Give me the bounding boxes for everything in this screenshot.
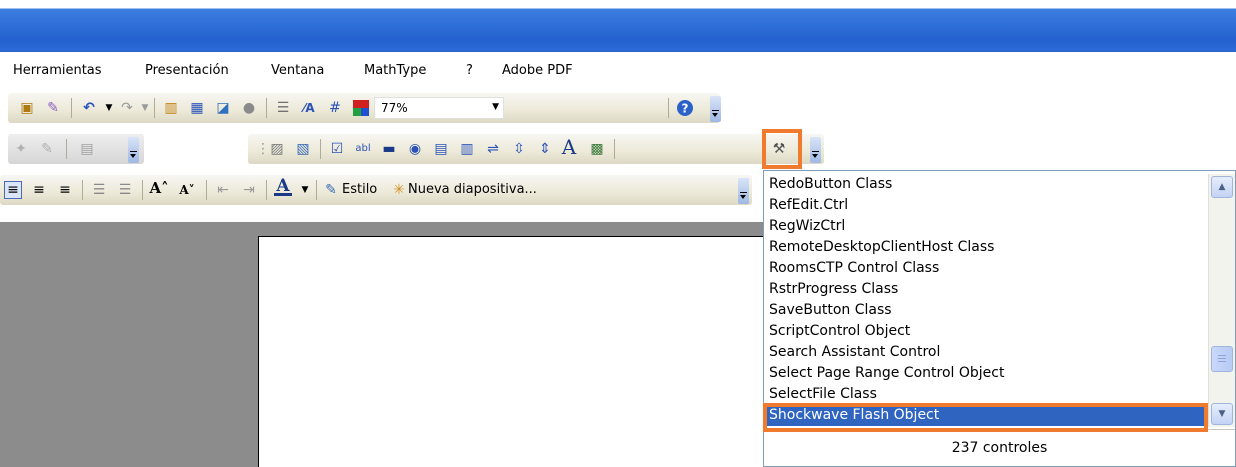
- menu-bar: Herramientas Presentación Ventana MathTy…: [0, 52, 1236, 90]
- insert-table-icon[interactable]: ▦: [188, 99, 206, 117]
- font-color-icon[interactable]: A: [274, 177, 292, 196]
- undo-dropdown-icon[interactable]: ▼: [100, 99, 118, 117]
- toolbar-options-chevron[interactable]: [710, 96, 721, 122]
- list-item[interactable]: SaveButton Class: [767, 300, 1205, 321]
- separator: [320, 139, 321, 159]
- new-slide-button[interactable]: Nueva diapositiva...: [408, 182, 537, 197]
- list-item[interactable]: SelectFile Class: [767, 384, 1205, 405]
- slide-canvas[interactable]: [258, 236, 778, 467]
- list-item[interactable]: Select Page Range Control Object: [767, 363, 1205, 384]
- separator: [66, 139, 67, 159]
- image-control-icon[interactable]: ▩: [588, 140, 606, 158]
- list-item[interactable]: RedoButton Class: [767, 174, 1205, 195]
- undo-icon[interactable]: ↶: [80, 99, 98, 117]
- more-controls-highlight: [762, 129, 802, 169]
- expand-all-icon[interactable]: ☰: [274, 99, 292, 117]
- control-toolbox: ⋮ ▨ ▧ ☑ abl ▬ ◉ ▤ ▥ ⇌ ⇳ ⇕ A ▩ ⚒: [248, 134, 824, 164]
- zoom-value: 77%: [381, 101, 408, 115]
- standard-toolbar: ▣ ✎ ↶ ▼ ↷ ▼ ▥ ▦ ◪ ● ☰ ⁄A # 77% ▼ ?: [8, 93, 721, 123]
- chevron-down-icon[interactable]: ▼: [492, 102, 499, 112]
- selected-control-highlight: [763, 403, 1208, 432]
- command-button-icon[interactable]: ▬: [380, 140, 398, 158]
- color-grayscale-icon[interactable]: [352, 99, 370, 117]
- paste-icon[interactable]: ▣: [18, 99, 36, 117]
- spin-button-icon[interactable]: ⇳: [510, 140, 528, 158]
- view-code-icon[interactable]: ▧: [294, 140, 312, 158]
- drawing-toolbar: ✦ ✎ ▤: [8, 134, 144, 164]
- list-item[interactable]: RefEdit.Ctrl: [767, 195, 1205, 216]
- separator: [154, 98, 155, 118]
- style-button[interactable]: Estilo: [342, 182, 377, 197]
- bullets-icon[interactable]: ☰: [116, 181, 134, 199]
- toggle-button-icon[interactable]: ⇌: [484, 140, 502, 158]
- formatting-toolbar: ≡ ≡ ≡ ☰ ☰ A˄ A˅ ⇤ ⇥ A ▼ ✎ Estilo ✳ Nueva…: [0, 175, 752, 205]
- draw-icon[interactable]: ✦: [12, 140, 30, 158]
- align-right-icon[interactable]: ≡: [56, 181, 74, 199]
- option-button-icon[interactable]: ◉: [406, 140, 424, 158]
- combobox-icon[interactable]: ▥: [458, 140, 476, 158]
- checkbox-control-icon[interactable]: ☑: [328, 140, 346, 158]
- separator: [266, 98, 267, 118]
- menu-mathtype[interactable]: MathType: [364, 63, 426, 78]
- scrollbar-control-icon[interactable]: ⇕: [536, 140, 554, 158]
- separator: [142, 180, 143, 200]
- zoom-combo[interactable]: 77% ▼: [374, 97, 504, 119]
- controls-count: 237 controles: [764, 429, 1235, 467]
- separator: [316, 180, 317, 200]
- menu-herramientas[interactable]: Herramientas: [13, 63, 102, 78]
- list-item[interactable]: RstrProgress Class: [767, 279, 1205, 300]
- show-formatting-icon[interactable]: ⁄A: [300, 99, 318, 117]
- pencil-icon[interactable]: ✎: [38, 140, 56, 158]
- insert-picture-icon[interactable]: ▤: [78, 140, 96, 158]
- separator: [206, 180, 207, 200]
- toolbar-options-chevron[interactable]: [738, 178, 749, 204]
- chevron-up-icon: ▲: [1218, 182, 1226, 192]
- list-scrollbar[interactable]: ▲ ▼: [1208, 174, 1235, 427]
- insert-hyperlink-icon[interactable]: ●: [240, 99, 258, 117]
- menu-adobe-pdf[interactable]: Adobe PDF: [502, 63, 573, 78]
- scroll-up-button[interactable]: ▲: [1211, 176, 1233, 198]
- redo-icon[interactable]: ↷: [118, 99, 136, 117]
- menu-help[interactable]: ?: [466, 63, 473, 78]
- new-slide-icon: ✳: [393, 182, 405, 198]
- list-item[interactable]: RoomsCTP Control Class: [767, 258, 1205, 279]
- insert-chart-icon[interactable]: ▥: [162, 99, 180, 117]
- textbox-control-icon[interactable]: abl: [354, 140, 372, 158]
- numbering-icon[interactable]: ☰: [90, 181, 108, 199]
- toolbar-options-chevron[interactable]: [128, 137, 139, 163]
- increase-indent-icon[interactable]: ⇥: [240, 181, 258, 199]
- separator: [668, 98, 669, 118]
- scroll-down-button[interactable]: ▼: [1211, 403, 1233, 425]
- menu-ventana[interactable]: Ventana: [271, 63, 324, 78]
- decrease-indent-icon[interactable]: ⇤: [214, 181, 232, 199]
- menu-presentacion[interactable]: Presentación: [145, 63, 229, 78]
- list-item[interactable]: RemoteDesktopClientHost Class: [767, 237, 1205, 258]
- svg-text:?: ?: [682, 102, 689, 116]
- scroll-thumb[interactable]: [1211, 346, 1233, 372]
- list-item[interactable]: Search Assistant Control: [767, 342, 1205, 363]
- decrease-font-icon[interactable]: A˅: [178, 181, 196, 199]
- redo-dropdown-icon[interactable]: ▼: [136, 99, 154, 117]
- chevron-down-icon: ▼: [1218, 409, 1226, 419]
- font-color-dropdown-icon[interactable]: ▼: [296, 181, 314, 199]
- style-icon: ✎: [325, 182, 337, 198]
- title-bar: [0, 0, 1236, 52]
- separator: [71, 98, 72, 118]
- align-left-icon[interactable]: ≡: [4, 181, 22, 199]
- help-icon[interactable]: ?: [676, 99, 694, 117]
- separator: [266, 180, 267, 200]
- increase-font-icon[interactable]: A˄: [149, 179, 168, 197]
- format-painter-icon[interactable]: ✎: [44, 99, 62, 117]
- toolbar-options-chevron[interactable]: [810, 137, 821, 163]
- list-item[interactable]: ScriptControl Object: [767, 321, 1205, 342]
- grid-icon[interactable]: #: [326, 99, 344, 117]
- separator: [82, 180, 83, 200]
- align-center-icon[interactable]: ≡: [30, 181, 48, 199]
- separator: [614, 139, 615, 159]
- listbox-icon[interactable]: ▤: [432, 140, 450, 158]
- tables-borders-icon[interactable]: ◪: [214, 99, 232, 117]
- label-control-icon[interactable]: A: [560, 137, 578, 157]
- design-mode-icon[interactable]: ▨: [268, 140, 286, 158]
- list-item[interactable]: RegWizCtrl: [767, 216, 1205, 237]
